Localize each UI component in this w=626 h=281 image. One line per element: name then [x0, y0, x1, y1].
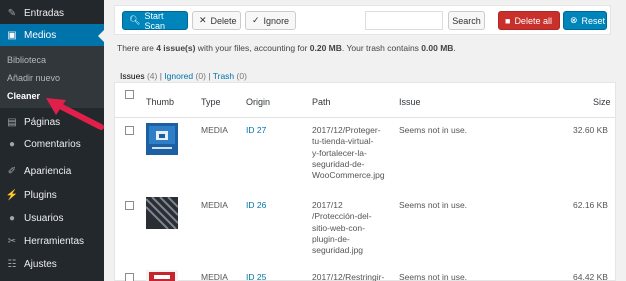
thumbnail-image[interactable] — [146, 123, 178, 155]
pointer-arrow-icon — [46, 98, 104, 130]
issues-table: Thumb Type Origin Path Issue Size MEDIA … — [114, 82, 616, 281]
search-icon: 🔍︎ — [129, 15, 141, 25]
type-cell: MEDIA — [201, 272, 228, 281]
row-checkbox[interactable] — [125, 126, 134, 135]
comments-icon: ● — [8, 138, 16, 150]
sidebar-item-apariencia[interactable]: ✐ Apariencia — [0, 160, 104, 182]
pages-icon: ▤ — [7, 116, 17, 128]
search-button[interactable]: Search — [448, 11, 485, 30]
sidebar-item-usuarios[interactable]: ● Usuarios — [0, 207, 104, 229]
delete-all-button[interactable]: ■ Delete all — [498, 11, 560, 30]
search-input[interactable] — [365, 11, 443, 30]
filter-tabs: Issues (4) | Ignored (0) | Trash (0) — [120, 71, 247, 81]
submenu-item-cleaner[interactable]: Cleaner — [7, 91, 40, 101]
origin-link[interactable]: ID 27 — [246, 125, 266, 135]
media-icon: ▣ — [7, 29, 17, 41]
column-header-thumb: Thumb — [146, 97, 175, 107]
issue-cell: Seems not in use. — [399, 125, 468, 135]
tab-issues[interactable]: Issues (4) — [120, 71, 157, 81]
admin-sidebar: ✎ Entradas ▣ Medios Biblioteca Añadir nu… — [0, 0, 104, 281]
plugins-icon: ⚡ — [5, 189, 19, 201]
pin-icon: ✎ — [7, 7, 17, 19]
sidebar-item-medios[interactable]: ▣ Medios — [0, 24, 104, 46]
sidebar-item-plugins[interactable]: ⚡ Plugins — [0, 184, 104, 206]
thumbnail-image[interactable] — [146, 270, 178, 281]
active-indicator — [98, 30, 104, 42]
sidebar-item-label: Plugins — [24, 189, 57, 201]
size-cell: 64.42 KB — [573, 272, 608, 281]
sidebar-item-label: Entradas — [24, 7, 65, 19]
path-cell: 2017/12/Proteger- tu-tienda-virtual- y-f… — [312, 125, 385, 181]
reset-icon: ⊗ — [570, 15, 578, 25]
origin-link[interactable]: ID 25 — [246, 272, 266, 281]
settings-icon: ☷ — [7, 258, 17, 270]
sidebar-item-entradas[interactable]: ✎ Entradas — [0, 2, 104, 24]
users-icon: ● — [8, 212, 16, 224]
size-cell: 32.60 KB — [573, 125, 608, 135]
select-all-checkbox[interactable] — [125, 90, 134, 99]
row-checkbox[interactable] — [125, 201, 134, 210]
path-cell: 2017/12 /Protección-del- sitio-web-con- … — [312, 200, 372, 256]
delete-button[interactable]: ✕ Delete — [192, 11, 241, 30]
type-cell: MEDIA — [201, 125, 228, 135]
sidebar-item-label: Medios — [24, 29, 57, 41]
ignore-button[interactable]: ✓ Ignore — [245, 11, 296, 30]
toolbar: 🔍︎ Start Scan ✕ Delete ✓ Ignore Search ■… — [114, 5, 611, 35]
size-cell: 62.16 KB — [573, 200, 608, 210]
submenu-item-biblioteca[interactable]: Biblioteca — [7, 55, 46, 65]
column-header-type: Type — [201, 97, 221, 107]
sidebar-item-herramientas[interactable]: ✂ Herramientas — [0, 230, 104, 252]
sidebar-item-label: Ajustes — [24, 258, 57, 270]
issue-cell: Seems not in use. — [399, 272, 468, 281]
sidebar-item-label: Comentarios — [24, 138, 81, 150]
column-header-origin: Origin — [246, 97, 271, 107]
column-header-issue: Issue — [399, 97, 421, 107]
sidebar-item-label: Usuarios — [24, 212, 64, 224]
column-header-path: Path — [312, 97, 331, 107]
tab-trash[interactable]: Trash (0) — [213, 71, 247, 81]
submenu-item-anadir-nuevo[interactable]: Añadir nuevo — [7, 73, 60, 83]
appearance-icon: ✐ — [7, 165, 17, 177]
tab-ignored[interactable]: Ignored (0) — [164, 71, 206, 81]
issue-cell: Seems not in use. — [399, 200, 468, 210]
column-header-size: Size — [593, 97, 611, 107]
path-cell: 2017/12/Restringir- — [312, 272, 385, 281]
sidebar-item-ajustes[interactable]: ☷ Ajustes — [0, 253, 104, 275]
origin-link[interactable]: ID 26 — [246, 200, 266, 210]
check-icon: ✓ — [252, 15, 260, 25]
scan-summary: There are 4 issue(s) with your files, ac… — [117, 43, 456, 53]
start-scan-button[interactable]: 🔍︎ Start Scan — [122, 11, 188, 31]
header-divider — [115, 117, 615, 118]
type-cell: MEDIA — [201, 200, 228, 210]
tools-icon: ✂ — [7, 235, 17, 247]
sidebar-item-label: Apariencia — [24, 165, 72, 177]
sidebar-item-comentarios[interactable]: ● Comentarios — [0, 133, 104, 155]
close-icon: ✕ — [199, 15, 207, 25]
row-checkbox[interactable] — [125, 273, 134, 281]
reset-button[interactable]: ⊗ Reset — [563, 11, 607, 30]
sidebar-item-label: Herramientas — [24, 235, 85, 247]
thumbnail-image[interactable] — [146, 197, 178, 229]
trash-icon: ■ — [505, 15, 511, 26]
